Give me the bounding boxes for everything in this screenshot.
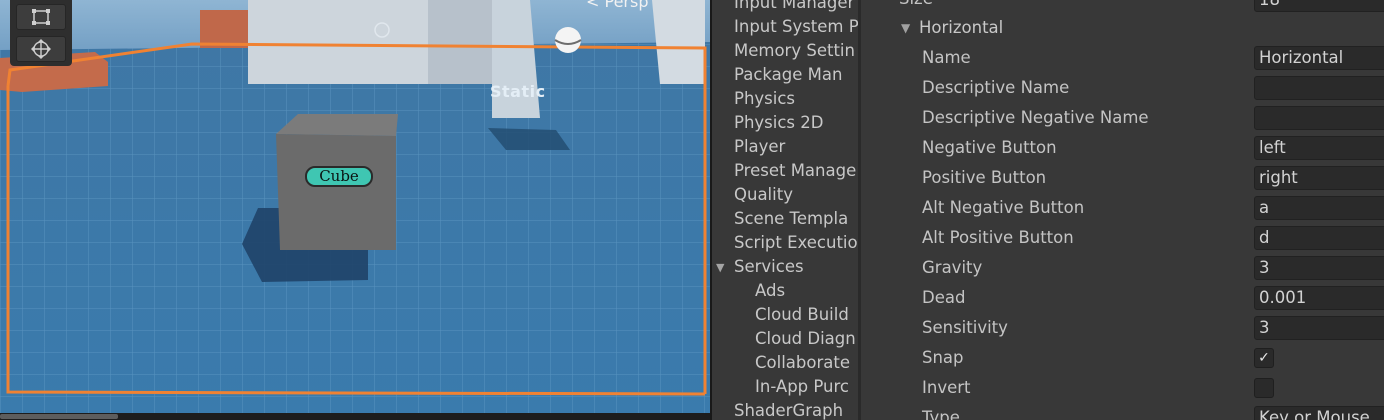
property-field[interactable] <box>1254 106 1384 130</box>
scrollbar-thumb[interactable] <box>0 414 118 419</box>
property-dropdown[interactable]: Key or Mouse <box>1254 406 1384 420</box>
settings-list-item[interactable]: ShaderGraph <box>734 399 843 420</box>
property-field[interactable]: a <box>1254 196 1384 220</box>
input-axes-inspector: Size 18 ▼ Horizontal Name Horizontal Descr… <box>861 0 1384 420</box>
cube-mesh <box>276 134 396 250</box>
settings-list-item[interactable]: Collaborate <box>755 351 850 375</box>
settings-list-item[interactable]: Cloud Diagn <box>755 327 856 351</box>
property-label: Negative Button <box>922 138 1057 157</box>
settings-list-item[interactable]: In-App Purc <box>755 375 849 399</box>
property-label: Descriptive Negative Name <box>922 108 1149 127</box>
transform-tool-icon <box>31 39 51 59</box>
property-label: Positive Button <box>922 168 1047 187</box>
sphere-object <box>555 27 581 53</box>
settings-list-item[interactable]: Input Manager <box>734 0 854 15</box>
property-field[interactable]: 3 <box>1254 316 1384 340</box>
property-checkbox[interactable]: ✓ <box>1254 348 1274 368</box>
rect-tool-button[interactable] <box>16 4 66 30</box>
settings-list-item[interactable]: Player <box>734 135 785 159</box>
property-field[interactable]: d <box>1254 226 1384 250</box>
property-checkbox[interactable] <box>1254 378 1274 398</box>
settings-list-item[interactable]: Physics <box>734 87 795 111</box>
settings-list-item[interactable]: Physics 2D <box>734 111 823 135</box>
settings-list-item[interactable]: Quality <box>734 183 793 207</box>
scene-viewport-graphics[interactable] <box>0 0 710 420</box>
cube-object-label[interactable]: Cube <box>305 166 373 187</box>
settings-list-item[interactable]: Script Executio <box>734 231 858 255</box>
property-field[interactable]: Horizontal <box>1254 46 1384 70</box>
size-label: Size <box>899 0 933 14</box>
property-label: Snap <box>922 348 964 367</box>
expand-arrow-icon[interactable]: ▼ <box>901 21 910 35</box>
settings-list-item[interactable]: Preset Manage <box>734 159 856 183</box>
scene-tool-panel <box>10 0 72 66</box>
property-label: Invert <box>922 378 971 397</box>
static-label: Static <box>490 82 546 101</box>
property-label: Dead <box>922 288 966 307</box>
axis-group-header[interactable]: Horizontal <box>919 13 1003 43</box>
settings-list-item[interactable]: Package Man <box>734 63 842 87</box>
property-label: Alt Positive Button <box>922 228 1074 247</box>
settings-list-item[interactable]: Ads <box>755 279 785 303</box>
settings-list-item[interactable]: Services <box>734 255 804 279</box>
rect-tool-icon <box>32 9 50 25</box>
property-label: Alt Negative Button <box>922 198 1085 217</box>
property-label: Name <box>922 48 971 67</box>
scene-view[interactable]: < Persp Static Cube <box>0 0 710 420</box>
settings-list-item[interactable]: Memory Settin <box>734 39 855 63</box>
settings-category-list: Input Manager Input System P Memory Settin… <box>712 0 858 420</box>
orange-block-far <box>200 10 250 48</box>
property-field[interactable]: left <box>1254 136 1384 160</box>
settings-list-item[interactable]: Scene Templa <box>734 207 848 231</box>
scene-horizontal-scrollbar[interactable] <box>0 413 710 420</box>
property-field[interactable] <box>1254 76 1384 100</box>
size-field[interactable]: 18 <box>1254 0 1384 12</box>
white-building-right <box>652 0 705 84</box>
property-field[interactable]: 3 <box>1254 256 1384 280</box>
transform-tool-button[interactable] <box>16 36 66 62</box>
property-label: Descriptive Name <box>922 78 1070 97</box>
property-label: Gravity <box>922 258 983 277</box>
property-field[interactable]: right <box>1254 166 1384 190</box>
settings-list-item[interactable]: Cloud Build <box>755 303 849 327</box>
camera-mode-label[interactable]: < Persp <box>586 0 648 11</box>
property-label: Sensitivity <box>922 318 1008 337</box>
settings-list-item[interactable]: Input System P <box>734 15 858 39</box>
property-label: Type <box>922 408 960 420</box>
property-field[interactable]: 0.001 <box>1254 286 1384 310</box>
services-expand-arrow-icon[interactable]: ▼ <box>716 261 724 274</box>
